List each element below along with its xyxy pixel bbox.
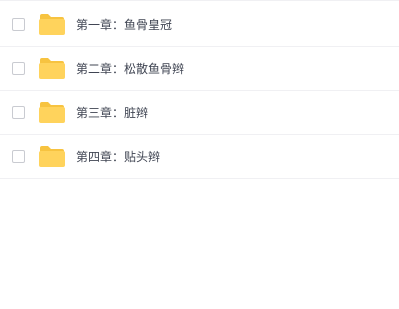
list-item[interactable]: 第三章：脏辫 [0,91,399,135]
folder-icon [38,57,66,80]
row-checkbox[interactable] [12,62,25,75]
folder-icon [38,101,66,124]
file-name[interactable]: 第二章：松散鱼骨辫 [76,60,184,77]
folder-icon [38,145,66,168]
file-name[interactable]: 第四章：贴头辫 [76,148,160,165]
folder-icon [38,13,66,36]
file-list: 第一章：鱼骨皇冠 第二章：松散鱼骨辫 第三章：脏辫 第四章：贴头辫 [0,0,399,179]
file-name[interactable]: 第一章：鱼骨皇冠 [76,16,172,33]
list-item[interactable]: 第一章：鱼骨皇冠 [0,3,399,47]
file-name[interactable]: 第三章：脏辫 [76,104,148,121]
row-checkbox[interactable] [12,18,25,31]
list-item[interactable]: 第二章：松散鱼骨辫 [0,47,399,91]
row-checkbox[interactable] [12,106,25,119]
list-item[interactable]: 第四章：贴头辫 [0,135,399,179]
row-checkbox[interactable] [12,150,25,163]
